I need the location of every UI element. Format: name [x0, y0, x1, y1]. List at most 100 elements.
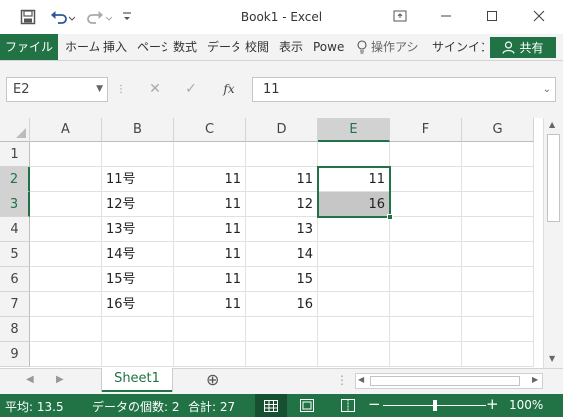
scroll-left-icon[interactable]: ◀: [358, 375, 364, 384]
cell-c1[interactable]: [174, 142, 246, 167]
column-header-c[interactable]: C: [174, 118, 246, 142]
cell-d9[interactable]: [246, 342, 318, 367]
row-header-3[interactable]: 3: [0, 192, 30, 217]
close-icon[interactable]: [525, 4, 553, 28]
column-header-e[interactable]: E: [318, 118, 390, 142]
cell-e8[interactable]: [318, 317, 390, 342]
page-layout-view-button[interactable]: [300, 399, 314, 415]
column-header-f[interactable]: F: [390, 118, 462, 142]
tab-power[interactable]: Powe: [313, 34, 345, 60]
scroll-up-icon[interactable]: ▲: [549, 120, 555, 129]
cell-d2[interactable]: 11: [246, 167, 318, 192]
cell-a9[interactable]: [30, 342, 102, 367]
cell-b4[interactable]: 13号: [102, 217, 174, 242]
column-header-d[interactable]: D: [246, 118, 318, 142]
vertical-scroll-thumb[interactable]: [547, 134, 560, 222]
cell-b6[interactable]: 15号: [102, 267, 174, 292]
cell-f1[interactable]: [390, 142, 462, 167]
row-header-9[interactable]: 9: [0, 342, 30, 367]
ribbon-display-icon[interactable]: [386, 4, 414, 28]
tab-view[interactable]: 表示: [279, 34, 307, 60]
cell-b7[interactable]: 16号: [102, 292, 174, 317]
cell-b8[interactable]: [102, 317, 174, 342]
expand-formula-icon[interactable]: ⌄: [543, 78, 551, 101]
column-header-b[interactable]: B: [102, 118, 174, 142]
cell-e2[interactable]: 11: [318, 167, 390, 192]
cell-d1[interactable]: [246, 142, 318, 167]
normal-view-button[interactable]: [255, 394, 287, 417]
cell-f7[interactable]: [390, 292, 462, 317]
tab-insert[interactable]: 挿入: [103, 34, 131, 60]
sheet-tab-sheet1[interactable]: Sheet1: [102, 368, 172, 392]
cell-g2[interactable]: [462, 167, 534, 192]
cell-f6[interactable]: [390, 267, 462, 292]
name-box[interactable]: E2 ▼: [6, 77, 108, 102]
zoom-slider-thumb[interactable]: [432, 400, 437, 411]
cell-a1[interactable]: [30, 142, 102, 167]
prev-sheet-icon[interactable]: ◀: [26, 374, 34, 385]
cell-d7[interactable]: 16: [246, 292, 318, 317]
row-header-8[interactable]: 8: [0, 317, 30, 342]
cell-g5[interactable]: [462, 242, 534, 267]
column-header-g[interactable]: G: [462, 118, 534, 142]
maximize-icon[interactable]: [478, 4, 506, 28]
zoom-level[interactable]: 100%: [509, 398, 543, 412]
vertical-scrollbar[interactable]: ▲ ▼: [543, 118, 563, 368]
cell-e3[interactable]: 16: [318, 192, 390, 217]
cell-f5[interactable]: [390, 242, 462, 267]
cell-e5[interactable]: [318, 242, 390, 267]
tab-review[interactable]: 校閲: [245, 34, 273, 60]
cell-d5[interactable]: 14: [246, 242, 318, 267]
cell-b5[interactable]: 14号: [102, 242, 174, 267]
cell-g1[interactable]: [462, 142, 534, 167]
cell-b3[interactable]: 12号: [102, 192, 174, 217]
column-header-a[interactable]: A: [30, 118, 102, 142]
cell-f3[interactable]: [390, 192, 462, 217]
cell-f4[interactable]: [390, 217, 462, 242]
page-break-view-button[interactable]: [341, 399, 355, 415]
cell-g8[interactable]: [462, 317, 534, 342]
enter-button[interactable]: ✓: [178, 77, 204, 102]
worksheet-grid[interactable]: A B C D E F G 1 2 11号 11 11 11 3 12号 11 12 16 4 13号 11 13 5 14号…: [0, 118, 563, 368]
cell-f9[interactable]: [390, 342, 462, 367]
cell-c7[interactable]: 11: [174, 292, 246, 317]
chevron-down-icon[interactable]: ▼: [96, 78, 103, 101]
scroll-down-icon[interactable]: ▼: [549, 354, 555, 363]
cell-g3[interactable]: [462, 192, 534, 217]
cell-d3[interactable]: 12: [246, 192, 318, 217]
minimize-icon[interactable]: [432, 4, 460, 28]
tab-page-layout[interactable]: ページ: [137, 34, 167, 60]
cell-c4[interactable]: 11: [174, 217, 246, 242]
cell-c8[interactable]: [174, 317, 246, 342]
cell-c9[interactable]: [174, 342, 246, 367]
drag-handle-icon[interactable]: ⋮: [116, 77, 126, 102]
cell-b2[interactable]: 11号: [102, 167, 174, 192]
signin-link[interactable]: サインイン: [432, 34, 484, 60]
scroll-right-icon[interactable]: ▶: [532, 375, 538, 384]
add-sheet-button[interactable]: ⊕: [206, 370, 219, 389]
horizontal-scrollbar[interactable]: ◀ ▶: [355, 373, 543, 389]
share-button[interactable]: 共有: [490, 37, 556, 58]
cell-b1[interactable]: [102, 142, 174, 167]
select-all-corner[interactable]: [0, 118, 30, 142]
tab-split-handle[interactable]: ⋮: [336, 373, 348, 387]
fill-handle[interactable]: [387, 214, 393, 220]
cell-g7[interactable]: [462, 292, 534, 317]
formula-input[interactable]: 11 ⌄: [252, 77, 556, 102]
cell-a8[interactable]: [30, 317, 102, 342]
insert-function-button[interactable]: fx: [214, 77, 244, 102]
tell-me-search[interactable]: 操作アシ: [356, 34, 426, 60]
cell-a2[interactable]: [30, 167, 102, 192]
cell-c3[interactable]: 11: [174, 192, 246, 217]
cancel-button[interactable]: ✕: [142, 77, 168, 102]
cell-g4[interactable]: [462, 217, 534, 242]
cell-e4[interactable]: [318, 217, 390, 242]
cell-f8[interactable]: [390, 317, 462, 342]
row-header-5[interactable]: 5: [0, 242, 30, 267]
zoom-out-button[interactable]: −: [368, 395, 381, 413]
cell-e1[interactable]: [318, 142, 390, 167]
cell-b9[interactable]: [102, 342, 174, 367]
cell-e6[interactable]: [318, 267, 390, 292]
cell-e9[interactable]: [318, 342, 390, 367]
cell-c6[interactable]: 11: [174, 267, 246, 292]
